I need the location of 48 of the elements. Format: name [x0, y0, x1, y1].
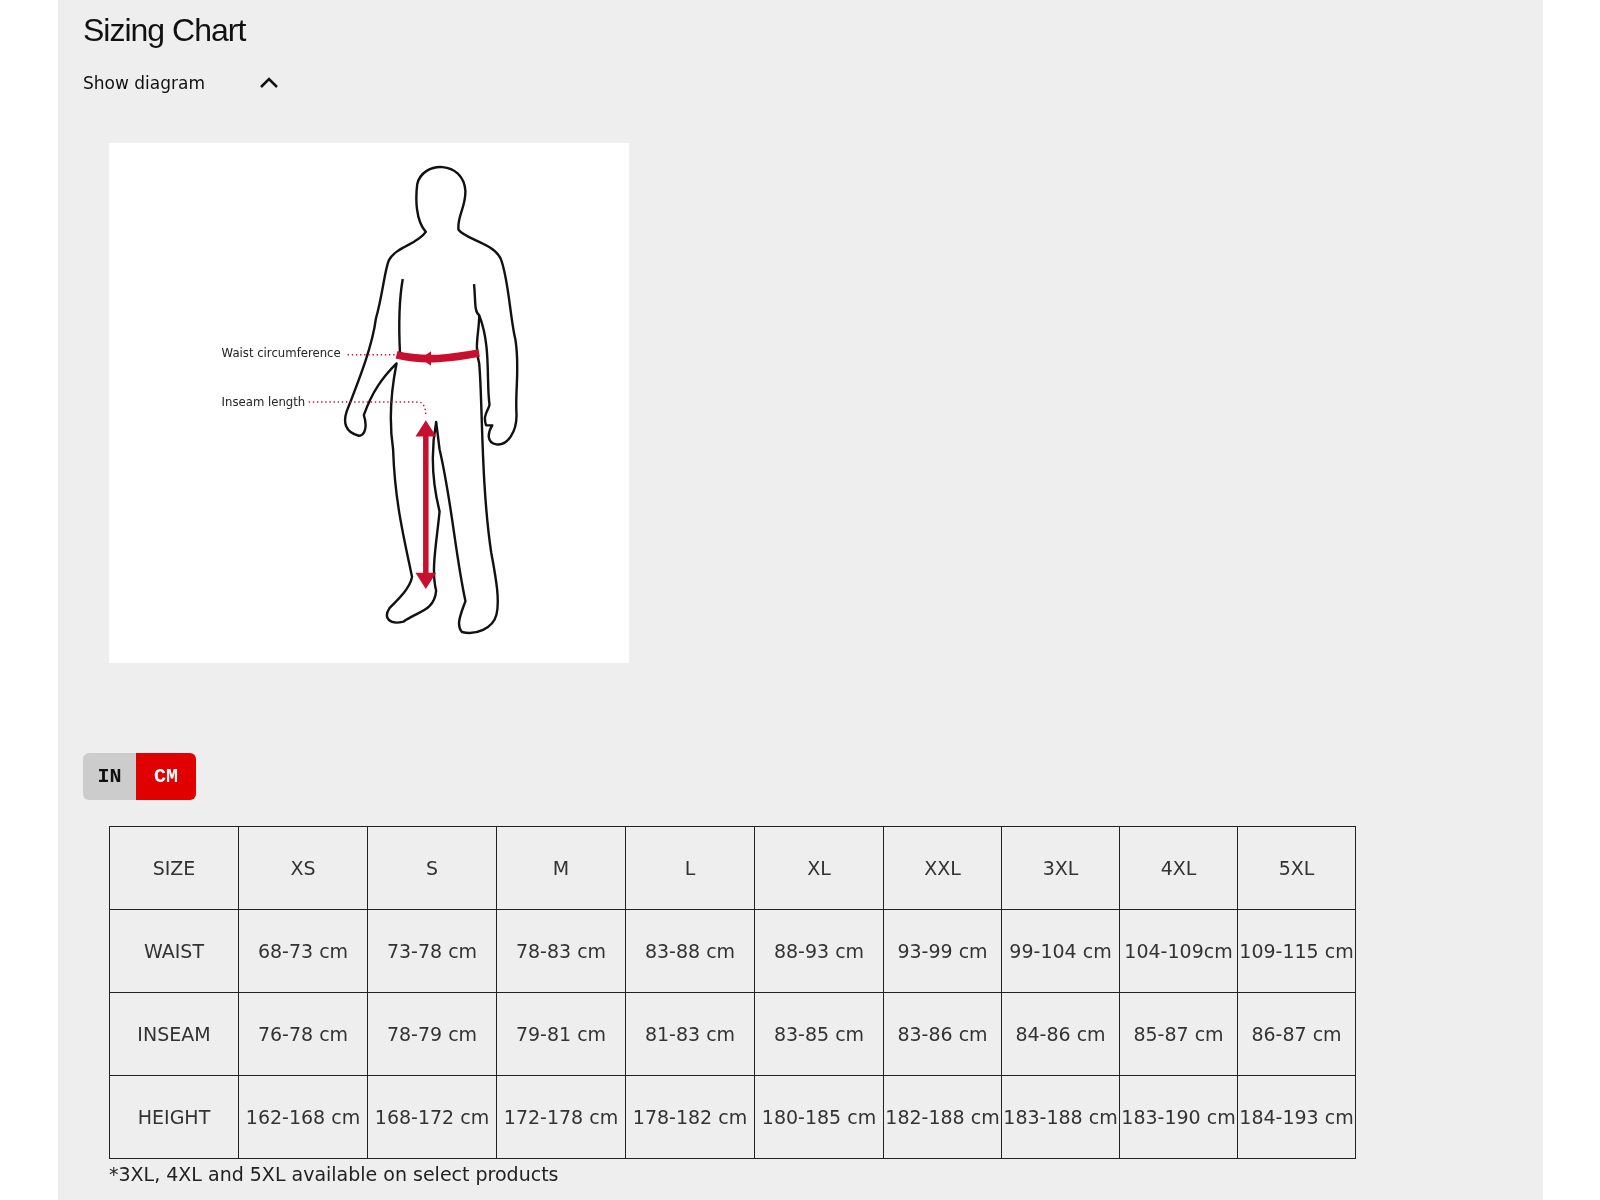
- table-cell: 178-182 cm: [625, 1075, 755, 1159]
- table-cell: 183-190 cm: [1119, 1075, 1238, 1159]
- table-cell: 88-93 cm: [754, 909, 884, 993]
- row-label-cell: INSEAM: [109, 992, 239, 1076]
- table-cell: 85-87 cm: [1119, 992, 1238, 1076]
- table-cell: 84-86 cm: [1001, 992, 1120, 1076]
- chevron-icon: [258, 77, 279, 89]
- table-header-cell: 5XL: [1237, 826, 1356, 910]
- table-header-cell: XXL: [883, 826, 1002, 910]
- table-cell: 180-185 cm: [754, 1075, 884, 1159]
- table-cell: 104-109cm: [1119, 909, 1238, 993]
- table-cell: 184-193 cm: [1237, 1075, 1356, 1159]
- table-cell: 79-81 cm: [496, 992, 626, 1076]
- unit-tab[interactable]: CM: [136, 753, 196, 800]
- table-cell: 83-86 cm: [883, 992, 1002, 1076]
- show-diagram-toggle[interactable]: Show diagram: [83, 73, 279, 93]
- table-header-cell: 4XL: [1119, 826, 1238, 910]
- table-header-cell: M: [496, 826, 626, 910]
- table-cell: 68-73 cm: [238, 909, 368, 993]
- page-title: Sizing Chart: [83, 12, 246, 49]
- table-cell: 109-115 cm: [1237, 909, 1356, 993]
- table-cell: 81-83 cm: [625, 992, 755, 1076]
- table-cell: 183-188 cm: [1001, 1075, 1120, 1159]
- row-label-cell: WAIST: [109, 909, 239, 993]
- table-cell: 78-83 cm: [496, 909, 626, 993]
- table-cell: 83-85 cm: [754, 992, 884, 1076]
- unit-tab[interactable]: IN: [83, 753, 136, 800]
- table-header-cell: XS: [238, 826, 368, 910]
- table-header-cell: L: [625, 826, 755, 910]
- inseam-label: Inseam length: [221, 394, 306, 409]
- table-cell: 86-87 cm: [1237, 992, 1356, 1076]
- table-cell: 76-78 cm: [238, 992, 368, 1076]
- table-cell: 172-178 cm: [496, 1075, 626, 1159]
- table-cell: 73-78 cm: [367, 909, 497, 993]
- table-header-cell: SIZE: [109, 826, 239, 910]
- table-cell: 182-188 cm: [883, 1075, 1002, 1159]
- footnote: *3XL, 4XL and 5XL available on select products: [109, 1163, 560, 1185]
- table-cell: 99-104 cm: [1001, 909, 1120, 993]
- table-cell: 78-79 cm: [367, 992, 497, 1076]
- table-cell: 168-172 cm: [367, 1075, 497, 1159]
- table-header-cell: XL: [754, 826, 884, 910]
- waist-label: Waist circumference: [221, 346, 341, 361]
- table-cell: 83-88 cm: [625, 909, 755, 993]
- table-header-cell: S: [367, 826, 497, 910]
- row-label-cell: HEIGHT: [109, 1075, 239, 1159]
- table-header-cell: 3XL: [1001, 826, 1120, 910]
- table-cell: 162-168 cm: [238, 1075, 368, 1159]
- table-cell: 93-99 cm: [883, 909, 1002, 993]
